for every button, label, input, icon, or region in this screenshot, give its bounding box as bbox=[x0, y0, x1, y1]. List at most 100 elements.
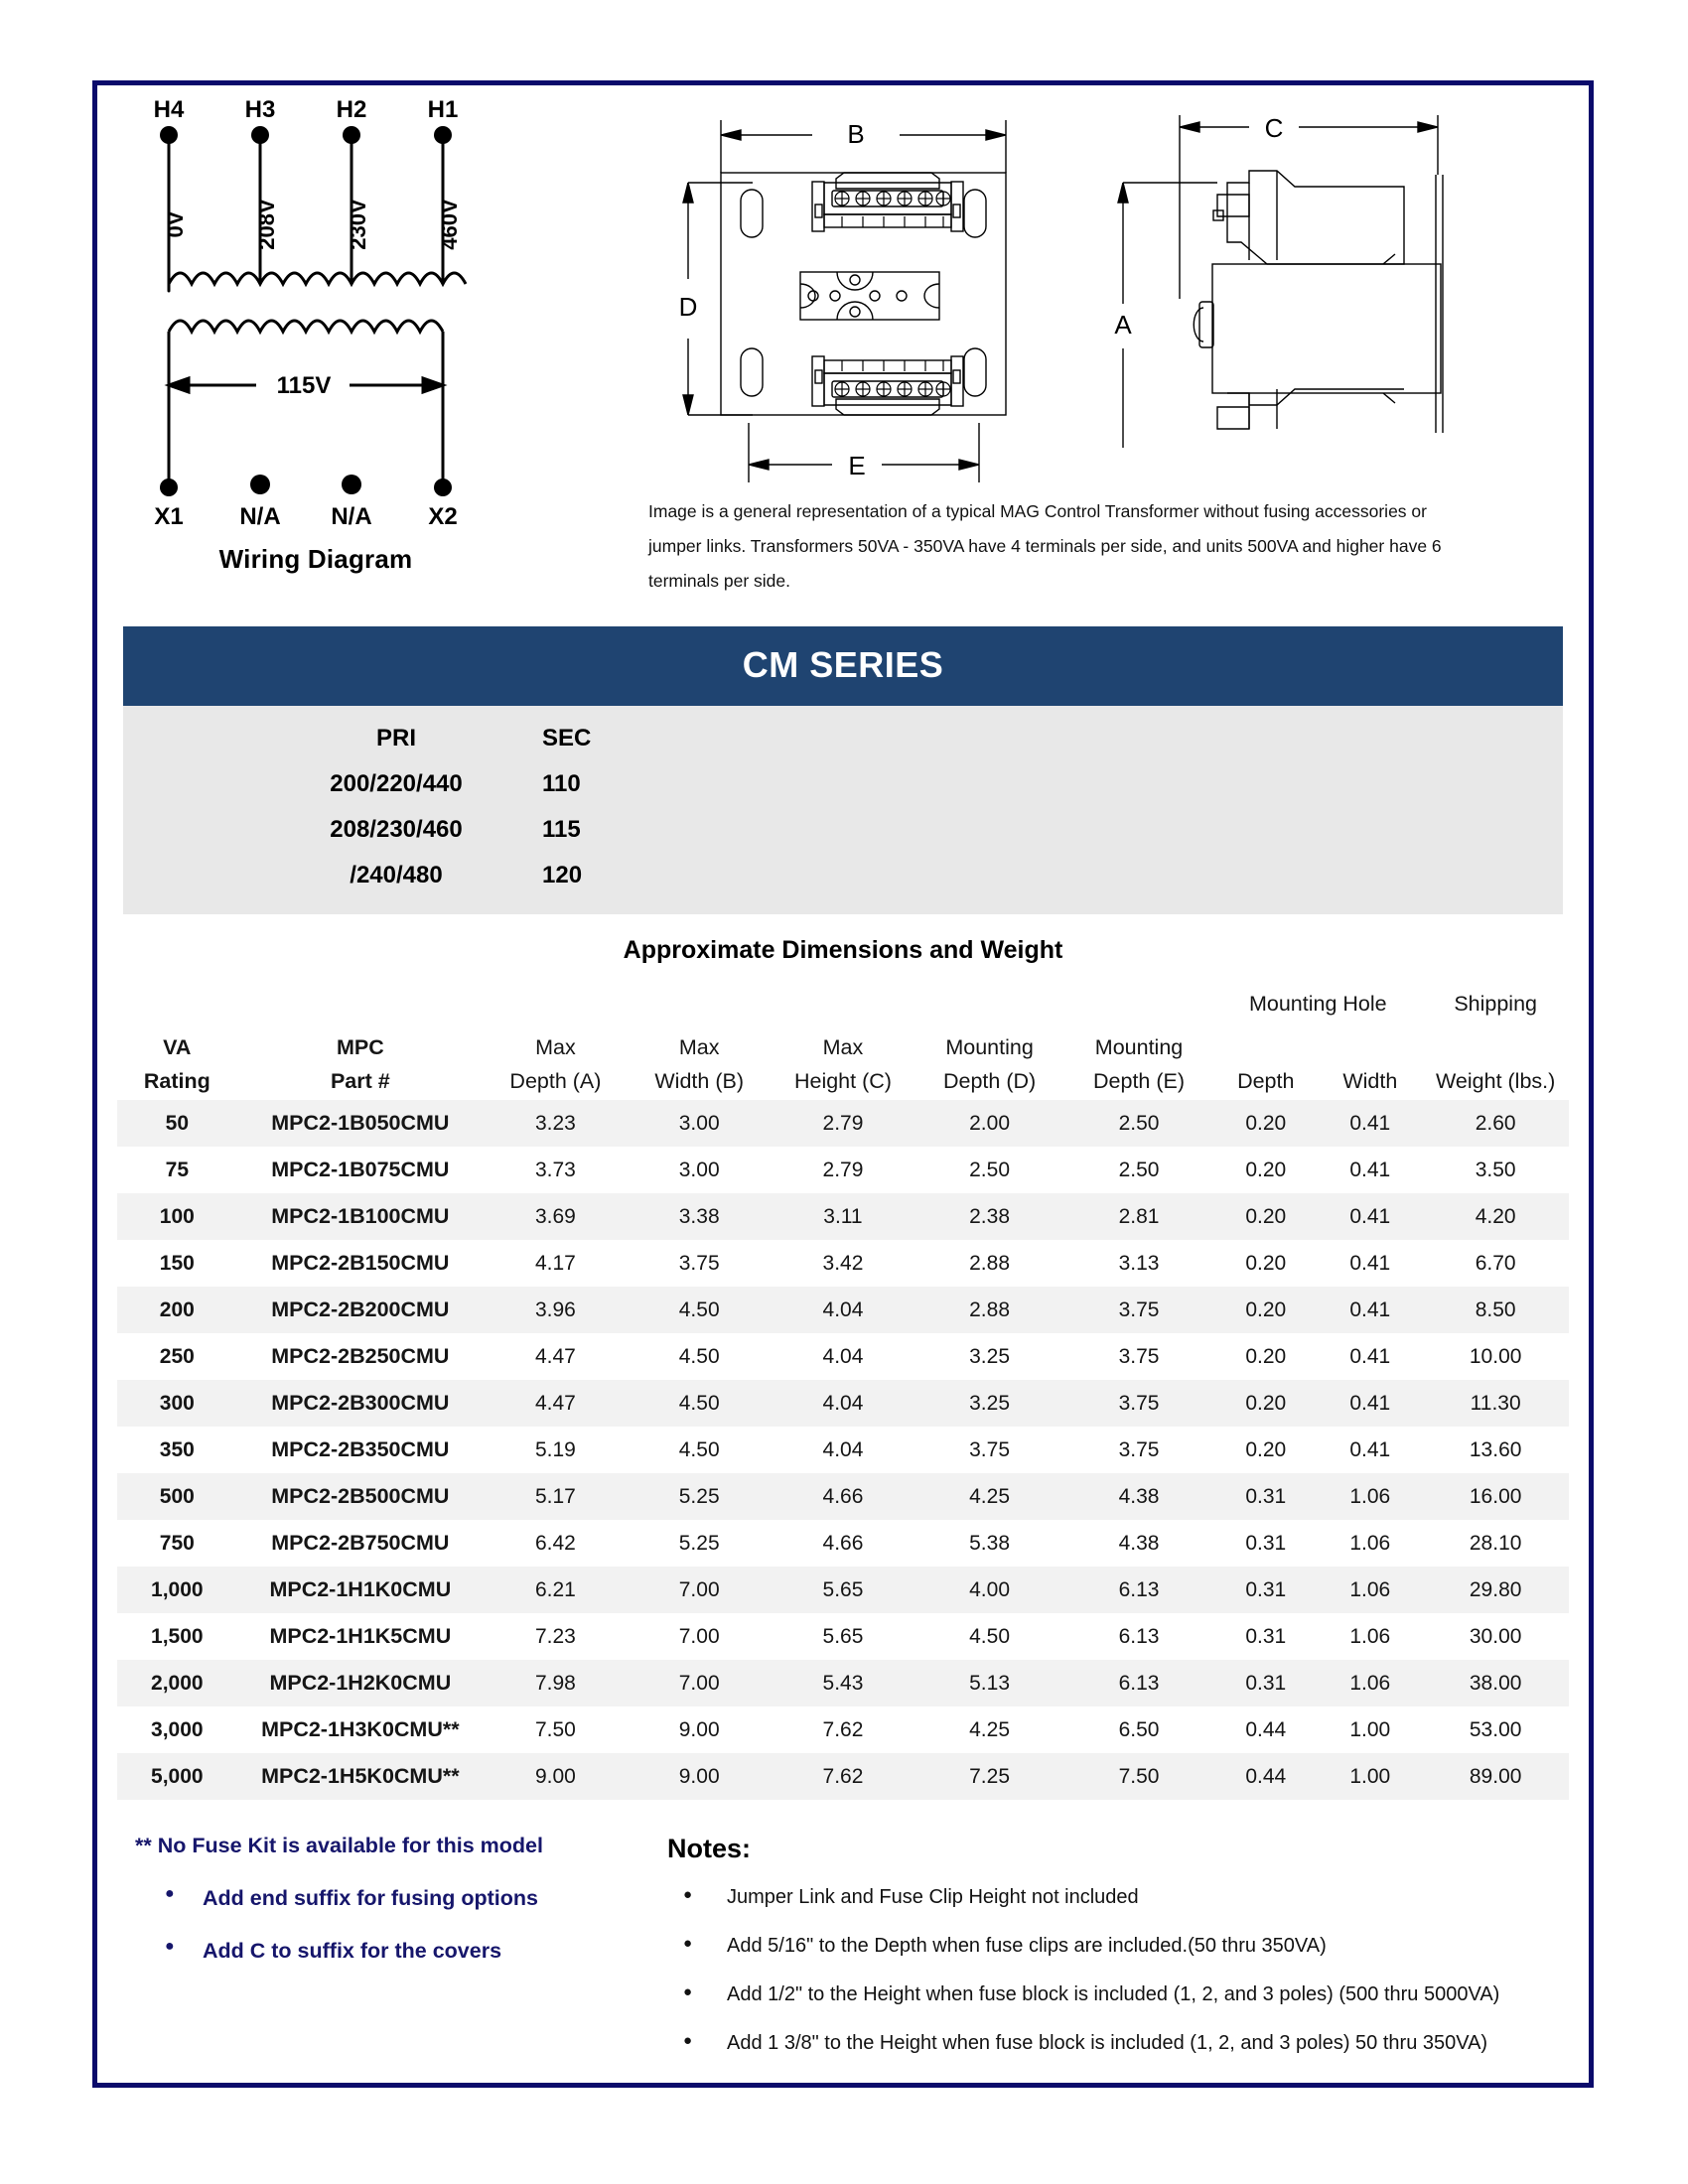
cell-mount-e: 6.13 bbox=[1118, 1577, 1160, 1601]
cell-va: 350 bbox=[159, 1437, 195, 1461]
cell-depth-a: 4.17 bbox=[534, 1251, 576, 1275]
fuse-kit-note: ** No Fuse Kit is available for this mod… bbox=[135, 1834, 543, 1857]
cell-width-b: 9.00 bbox=[678, 1717, 720, 1741]
cell-weight: 38.00 bbox=[1469, 1671, 1522, 1695]
cell-width-b: 3.00 bbox=[678, 1158, 720, 1181]
footer-left-column: ** No Fuse Kit is available for this mod… bbox=[97, 1834, 653, 2081]
cell-mount-d: 2.00 bbox=[969, 1111, 1010, 1135]
cell-hole-depth: 0.20 bbox=[1245, 1204, 1287, 1228]
cell-mount-d: 2.88 bbox=[969, 1297, 1010, 1321]
table-row: 300 MPC2-2B300CMU 4.47 4.50 4.04 3.25 3.… bbox=[117, 1380, 1569, 1427]
cell-mount-d: 7.25 bbox=[969, 1764, 1010, 1788]
cell-mount-e: 4.38 bbox=[1118, 1484, 1160, 1508]
cell-part-number: MPC2-1H1K0CMU bbox=[269, 1577, 452, 1601]
cell-depth-a: 5.19 bbox=[534, 1437, 576, 1461]
cell-va: 200 bbox=[159, 1297, 195, 1321]
cell-depth-a: 3.73 bbox=[534, 1158, 576, 1181]
pri-value: 200/220/440 bbox=[330, 770, 463, 797]
cell-depth-a: 3.96 bbox=[534, 1297, 576, 1321]
cell-depth-a: 7.50 bbox=[534, 1717, 576, 1741]
dim-label-b: B bbox=[847, 119, 864, 149]
table-header-row-1: VA MPC Max Max Max Mounting Mounting bbox=[117, 1021, 1569, 1060]
cell-mount-e: 3.13 bbox=[1118, 1251, 1160, 1275]
cell-depth-a: 7.23 bbox=[534, 1624, 576, 1648]
cell-hole-width: 0.41 bbox=[1349, 1297, 1391, 1321]
cell-height-c: 2.79 bbox=[822, 1158, 864, 1181]
cell-hole-width: 1.06 bbox=[1349, 1624, 1391, 1648]
cell-mount-d: 4.50 bbox=[969, 1624, 1010, 1648]
cell-width-b: 4.50 bbox=[678, 1437, 720, 1461]
cell-weight: 30.00 bbox=[1469, 1624, 1522, 1648]
cell-height-c: 2.79 bbox=[822, 1111, 864, 1135]
cell-mount-d: 2.88 bbox=[969, 1251, 1010, 1275]
voltage-row: 208/230/460 115 bbox=[272, 807, 679, 853]
svg-text:N/A: N/A bbox=[239, 503, 280, 530]
cell-width-b: 3.00 bbox=[678, 1111, 720, 1135]
svg-text:230V: 230V bbox=[346, 199, 370, 250]
footer-notes-column: Notes: Jumper Link and Fuse Clip Height … bbox=[653, 1834, 1589, 2081]
note-item: Add 1/2" to the Height when fuse block i… bbox=[667, 1983, 1589, 2006]
cell-part-number: MPC2-2B350CMU bbox=[271, 1437, 450, 1461]
cell-weight: 8.50 bbox=[1475, 1297, 1516, 1321]
cell-mount-e: 6.13 bbox=[1118, 1624, 1160, 1648]
cell-va: 500 bbox=[159, 1484, 195, 1508]
col-header-hole-width: Width bbox=[1342, 1069, 1398, 1093]
col-header-weight-top bbox=[1422, 1021, 1569, 1060]
cell-weight: 10.00 bbox=[1469, 1344, 1522, 1368]
cell-va: 1,000 bbox=[151, 1577, 204, 1601]
cell-width-b: 3.75 bbox=[678, 1251, 720, 1275]
cell-weight: 4.20 bbox=[1475, 1204, 1516, 1228]
table-row: 750 MPC2-2B750CMU 6.42 5.25 4.66 5.38 4.… bbox=[117, 1520, 1569, 1567]
cell-hole-width: 0.41 bbox=[1349, 1204, 1391, 1228]
cell-mount-e: 2.50 bbox=[1118, 1111, 1160, 1135]
svg-text:460V: 460V bbox=[437, 199, 462, 250]
cell-hole-width: 1.00 bbox=[1349, 1764, 1391, 1788]
col-header-width-b: Width (B) bbox=[654, 1069, 744, 1093]
cell-depth-a: 9.00 bbox=[534, 1764, 576, 1788]
cell-part-number: MPC2-2B750CMU bbox=[271, 1531, 450, 1555]
cell-hole-depth: 0.31 bbox=[1245, 1624, 1287, 1648]
cell-width-b: 3.38 bbox=[678, 1204, 720, 1228]
series-banner: CM SERIES bbox=[123, 626, 1563, 706]
wiring-diagram: 115V H4 H3 H2 H1 0V 208V 230V 460V X1 N/… bbox=[137, 95, 494, 621]
cell-part-number: MPC2-1B100CMU bbox=[271, 1204, 450, 1228]
cell-part-number: MPC2-1B075CMU bbox=[271, 1158, 450, 1181]
spacer-cell bbox=[117, 979, 1213, 1021]
cell-part-number: MPC2-1H1K5CMU bbox=[269, 1624, 452, 1648]
svg-text:N/A: N/A bbox=[331, 503, 371, 530]
voltage-row: /240/480 120 bbox=[272, 853, 679, 898]
cell-hole-depth: 0.44 bbox=[1245, 1717, 1287, 1741]
cell-hole-width: 1.06 bbox=[1349, 1671, 1391, 1695]
col-header-depth-d: Depth (D) bbox=[942, 1069, 1037, 1093]
sec-value: 110 bbox=[542, 770, 581, 797]
cell-weight: 2.60 bbox=[1475, 1111, 1516, 1135]
cell-depth-a: 3.69 bbox=[534, 1204, 576, 1228]
cell-height-c: 4.04 bbox=[822, 1437, 864, 1461]
cell-hole-depth: 0.31 bbox=[1245, 1484, 1287, 1508]
cell-weight: 13.60 bbox=[1469, 1437, 1522, 1461]
cell-height-c: 5.65 bbox=[822, 1577, 864, 1601]
voltage-row: 200/220/440 110 bbox=[272, 761, 679, 807]
cell-hole-depth: 0.20 bbox=[1245, 1111, 1287, 1135]
cell-height-c: 3.11 bbox=[823, 1204, 863, 1228]
cell-width-b: 7.00 bbox=[678, 1624, 720, 1648]
transformer-top-view: B D E bbox=[653, 95, 1051, 492]
cell-height-c: 7.62 bbox=[822, 1717, 864, 1741]
cell-part-number: MPC2-1H5K0CMU** bbox=[261, 1764, 460, 1788]
table-row: 1,000 MPC2-1H1K0CMU 6.21 7.00 5.65 4.00 … bbox=[117, 1567, 1569, 1613]
cell-height-c: 5.65 bbox=[822, 1624, 864, 1648]
cell-depth-a: 5.17 bbox=[534, 1484, 576, 1508]
cell-mount-e: 2.50 bbox=[1118, 1158, 1160, 1181]
cell-part-number: MPC2-2B300CMU bbox=[271, 1391, 450, 1415]
cell-va: 150 bbox=[159, 1251, 195, 1275]
cell-va: 100 bbox=[159, 1204, 195, 1228]
notes-title: Notes: bbox=[667, 1834, 752, 1863]
svg-text:H3: H3 bbox=[245, 96, 276, 123]
cell-depth-a: 4.47 bbox=[534, 1344, 576, 1368]
table-row: 500 MPC2-2B500CMU 5.17 5.25 4.66 4.25 4.… bbox=[117, 1473, 1569, 1520]
diagram-section: 115V H4 H3 H2 H1 0V 208V 230V 460V X1 N/… bbox=[97, 85, 1589, 626]
dim-label-e: E bbox=[848, 451, 865, 480]
cell-weight: 3.50 bbox=[1475, 1158, 1516, 1181]
sec-header: SEC bbox=[542, 725, 592, 751]
cell-hole-depth: 0.20 bbox=[1245, 1297, 1287, 1321]
